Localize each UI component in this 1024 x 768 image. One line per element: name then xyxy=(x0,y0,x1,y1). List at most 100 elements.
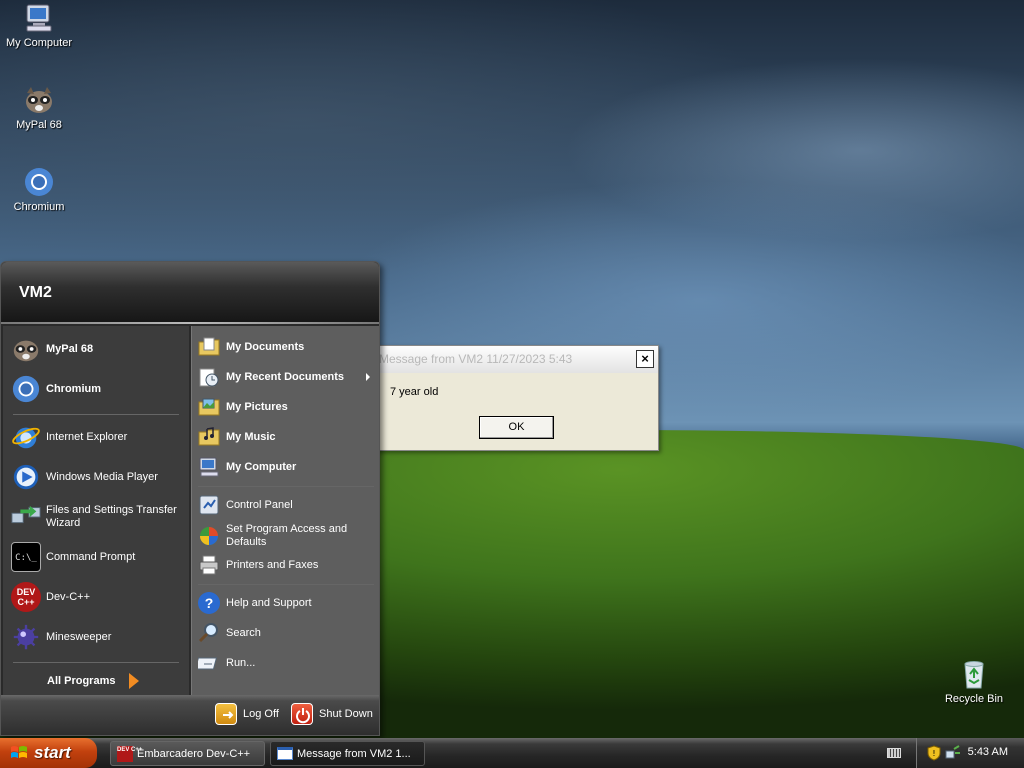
media-player-icon xyxy=(11,462,41,492)
separator xyxy=(198,486,374,487)
submenu-arrow-icon xyxy=(366,373,370,381)
log-off-icon xyxy=(215,703,237,725)
pinned-item-label: Chromium xyxy=(46,382,101,395)
place-my-music[interactable]: My Music xyxy=(198,426,276,448)
control-panel-icon xyxy=(198,494,220,516)
taskbar-item-label: Embarcadero Dev-C++ xyxy=(137,747,251,760)
tool-label: Search xyxy=(226,626,261,639)
place-label: My Pictures xyxy=(226,400,288,413)
chromium-icon xyxy=(23,166,55,198)
start-menu-footer: Log Off Shut Down xyxy=(1,695,379,735)
recent-item-label: Windows Media Player xyxy=(46,470,158,483)
desktop-icon-recycle-bin[interactable]: Recycle Bin xyxy=(936,658,1012,705)
start-label: start xyxy=(34,743,71,762)
desktop-icon-label: My Computer xyxy=(5,37,73,49)
my-computer-icon xyxy=(198,456,220,478)
windows-logo-icon xyxy=(10,745,28,761)
recent-item-internet-explorer[interactable]: Internet Explorer xyxy=(11,422,127,452)
dialog-title: Message from VM2 11/27/2023 5:43 xyxy=(379,352,573,366)
svg-text:!: ! xyxy=(932,749,935,758)
tool-label: Run... xyxy=(226,656,256,669)
recent-item-minesweeper[interactable]: Minesweeper xyxy=(11,622,111,652)
dialog-title-bar[interactable]: Message from VM2 11/27/2023 5:43 × xyxy=(377,346,658,373)
dialog-close-button[interactable]: × xyxy=(636,350,654,368)
taskbar-item-message[interactable]: Message from VM2 1... xyxy=(270,741,425,766)
separator xyxy=(198,584,374,585)
window-icon xyxy=(277,747,293,760)
documents-folder-icon xyxy=(198,336,220,358)
taskbar-item-dev-cpp[interactable]: DEV C++ Embarcadero Dev-C++ xyxy=(110,741,265,766)
mypal-icon xyxy=(23,84,55,116)
arrow-right-icon xyxy=(129,673,140,689)
place-label: My Documents xyxy=(226,340,305,353)
recent-item-media-player[interactable]: Windows Media Player xyxy=(11,462,158,492)
taskbar-item-label: Message from VM2 1... xyxy=(297,747,411,760)
help-icon: ? xyxy=(198,592,220,614)
my-computer-icon xyxy=(23,2,55,34)
taskbar: start DEV C++ Embarcadero Dev-C++ Messag… xyxy=(0,738,1024,768)
pinned-item-label: MyPal 68 xyxy=(46,342,94,355)
pictures-folder-icon xyxy=(198,396,220,418)
tool-run[interactable]: Run... xyxy=(194,652,256,674)
chromium-icon xyxy=(11,374,41,404)
start-menu-header: VM2 xyxy=(1,262,379,324)
security-shield-icon[interactable]: ! xyxy=(927,745,941,764)
desktop-icon-label: Recycle Bin xyxy=(944,693,1004,705)
place-label: My Recent Documents xyxy=(226,370,344,383)
place-label: My Computer xyxy=(226,460,297,473)
place-label: My Music xyxy=(226,430,276,443)
all-programs-label: All Programs xyxy=(47,674,116,687)
command-prompt-icon: C:\_ xyxy=(11,542,41,572)
keyboard-icon[interactable] xyxy=(887,748,901,758)
shut-down-label: Shut Down xyxy=(319,707,373,720)
desktop-icon-label: Chromium xyxy=(13,201,65,213)
recent-item-label: Files and Settings Transfer Wizard xyxy=(46,504,177,529)
log-off-button[interactable]: Log Off xyxy=(215,703,279,725)
tool-label: Help and Support xyxy=(226,596,312,609)
pinned-item-chromium[interactable]: Chromium xyxy=(11,374,101,404)
desktop-icon-my-computer[interactable]: My Computer xyxy=(1,2,77,49)
recent-item-command-prompt[interactable]: C:\_ Command Prompt xyxy=(11,542,135,572)
power-icon xyxy=(291,703,313,725)
dialog-message: 7 year old xyxy=(390,386,439,398)
recent-item-dev-cpp[interactable]: DEV C++ Dev-C++ xyxy=(11,582,90,612)
recent-documents-icon xyxy=(198,366,220,388)
message-dialog: Message from VM2 11/27/2023 5:43 × 7 yea… xyxy=(376,345,659,451)
desktop-icon-mypal[interactable]: MyPal 68 xyxy=(1,84,77,131)
pinned-item-mypal[interactable]: MyPal 68 xyxy=(11,334,93,364)
network-icon[interactable] xyxy=(945,745,961,764)
separator xyxy=(13,662,179,663)
dialog-ok-button[interactable]: OK xyxy=(479,416,554,439)
place-my-computer[interactable]: My Computer xyxy=(198,456,296,478)
setting-control-panel[interactable]: Control Panel xyxy=(198,494,293,516)
place-my-pictures[interactable]: My Pictures xyxy=(198,396,288,418)
minesweeper-icon xyxy=(11,622,41,652)
start-button[interactable]: start xyxy=(0,738,97,768)
tool-search[interactable]: Search xyxy=(198,622,261,644)
place-my-recent-documents[interactable]: My Recent Documents xyxy=(198,366,378,388)
start-menu-places-pane: My Documents My Recent Documents My Pict… xyxy=(191,326,379,696)
place-my-documents[interactable]: My Documents xyxy=(198,336,304,358)
tool-help-support[interactable]: ? Help and Support xyxy=(198,592,312,614)
music-folder-icon xyxy=(198,426,220,448)
all-programs-button[interactable]: All Programs xyxy=(47,673,140,689)
transfer-wizard-icon xyxy=(11,502,41,532)
printer-icon xyxy=(198,554,220,576)
setting-label: Control Panel xyxy=(226,498,293,511)
shut-down-button[interactable]: Shut Down xyxy=(291,703,373,725)
setting-printers-faxes[interactable]: Printers and Faxes xyxy=(198,554,318,576)
separator xyxy=(13,414,179,415)
dev-cpp-icon: DEV C++ xyxy=(11,582,41,612)
internet-explorer-icon xyxy=(11,422,41,452)
recent-item-transfer-wizard[interactable]: Files and Settings Transfer Wizard xyxy=(11,502,183,532)
recent-item-label: Command Prompt xyxy=(46,550,136,563)
mypal-icon xyxy=(11,334,41,364)
start-menu: VM2 MyPal 68 Chromium Internet Explorer xyxy=(0,261,380,736)
desktop-icon-chromium[interactable]: Chromium xyxy=(1,166,77,213)
search-icon xyxy=(198,622,220,644)
setting-program-access[interactable]: Set Program Access and Defaults xyxy=(198,523,374,549)
run-icon xyxy=(194,652,220,674)
clock[interactable]: 5:43 AM xyxy=(968,746,1008,758)
log-off-label: Log Off xyxy=(243,707,279,720)
program-access-icon xyxy=(198,525,220,547)
